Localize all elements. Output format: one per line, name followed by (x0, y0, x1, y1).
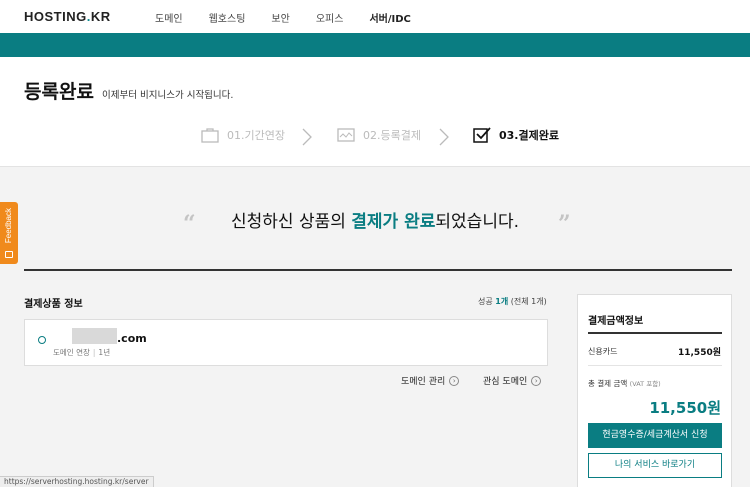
completion-message: 신청하신 상품의 결제가 완료되었습니다. (0, 207, 750, 232)
banner-bar (0, 33, 750, 57)
vat-note: (VAT 포함) (629, 380, 661, 388)
page-header: 등록완료 이제부터 비지니스가 시작됩니다. 01.기간연장 02.등록결제 0… (0, 57, 750, 167)
payment-info-title: 결제금액정보 (588, 316, 644, 327)
step-payment-complete: 03.결제완료 (473, 127, 559, 143)
link-label: 관심 도메인 (483, 377, 528, 387)
total-label-text: 총 결제 금액 (588, 379, 628, 388)
receipt-request-button[interactable]: 현금영수증/세금계산서 신청 (588, 423, 722, 448)
my-services-button[interactable]: 나의 서비스 바로가기 (588, 453, 722, 478)
payment-info-panel: 결제금액정보 신용카드 11,550원 총 결제 금액 (VAT 포함) 11,… (577, 294, 732, 487)
bag-icon (201, 128, 219, 143)
item-meta: 도메인 연장 | 1년 (53, 348, 111, 357)
success-count: 1개 (495, 297, 509, 306)
card-icon (337, 128, 355, 142)
logo-text: HOSTING (24, 9, 87, 24)
payment-divider (588, 365, 722, 366)
nav-menu: 도메인 웹호스팅 보안 오피스 서버/IDC (155, 10, 437, 25)
total-amount-label: 총 결제 금액 (VAT 포함) (588, 378, 661, 389)
payment-title-divider (588, 332, 722, 334)
message-text: 신청하신 상품의 (230, 212, 352, 232)
step-extend-period: 01.기간연장 (201, 127, 285, 143)
link-label: 도메인 관리 (401, 377, 446, 387)
chevron-right-circle-icon: › (449, 375, 460, 386)
site-logo[interactable]: HOSTING.KR (24, 9, 111, 24)
domain-name-redacted (72, 328, 117, 344)
item-type: 도메인 연장 (53, 348, 90, 357)
step-label: 01.기간연장 (227, 129, 285, 142)
order-count: 성공 1개 (전체 1개) (478, 296, 547, 307)
step-label: 03.결제완료 (499, 129, 559, 142)
nav-item-webhosting[interactable]: 웹호스팅 (209, 10, 246, 25)
order-item: .com 도메인 연장 | 1년 (24, 319, 548, 366)
interest-domain-link[interactable]: 관심 도메인 › (483, 374, 542, 387)
feedback-icon (5, 251, 13, 258)
page-title: 등록완료 (24, 81, 94, 103)
section-divider (24, 269, 732, 271)
logo-tld: KR (90, 9, 111, 24)
step-label: 02.등록결제 (363, 129, 421, 142)
progress-steps: 01.기간연장 02.등록결제 03.결제완료 (0, 127, 750, 151)
item-period: 1년 (98, 348, 111, 357)
total-count: (전체 1개) (510, 297, 547, 306)
nav-item-server-idc[interactable]: 서버/IDC (369, 10, 410, 25)
domain-suffix: .com (117, 332, 147, 345)
status-bar-url: https://serverhosting.hosting.kr/server (0, 476, 154, 487)
chevron-right-icon (302, 128, 312, 146)
nav-item-security[interactable]: 보안 (271, 10, 289, 25)
check-box-icon (473, 127, 491, 143)
message-highlight: 결제가 완료 (351, 212, 436, 232)
payment-method: 신용카드 (588, 347, 618, 356)
order-info-title: 결제상품 정보 (24, 299, 83, 310)
chevron-right-circle-icon: › (531, 375, 542, 386)
close-quote-icon: ” (558, 211, 571, 237)
count-label: 성공 (478, 297, 493, 306)
nav-item-office[interactable]: 오피스 (316, 10, 344, 25)
top-nav: HOSTING.KR 도메인 웹호스팅 보안 오피스 서버/IDC (0, 0, 750, 33)
message-text: 되었습니다. (435, 212, 520, 232)
chevron-right-icon (439, 128, 449, 146)
status-ring-icon (38, 336, 46, 344)
domain-manage-link[interactable]: 도메인 관리 › (401, 374, 460, 387)
step-register-payment: 02.등록결제 (337, 127, 421, 143)
page-subtitle: 이제부터 비지니스가 시작됩니다. (102, 90, 234, 101)
nav-item-domain[interactable]: 도메인 (155, 10, 183, 25)
payment-method-amount: 11,550원 (677, 348, 721, 358)
total-amount: 11,550원 (649, 399, 721, 417)
